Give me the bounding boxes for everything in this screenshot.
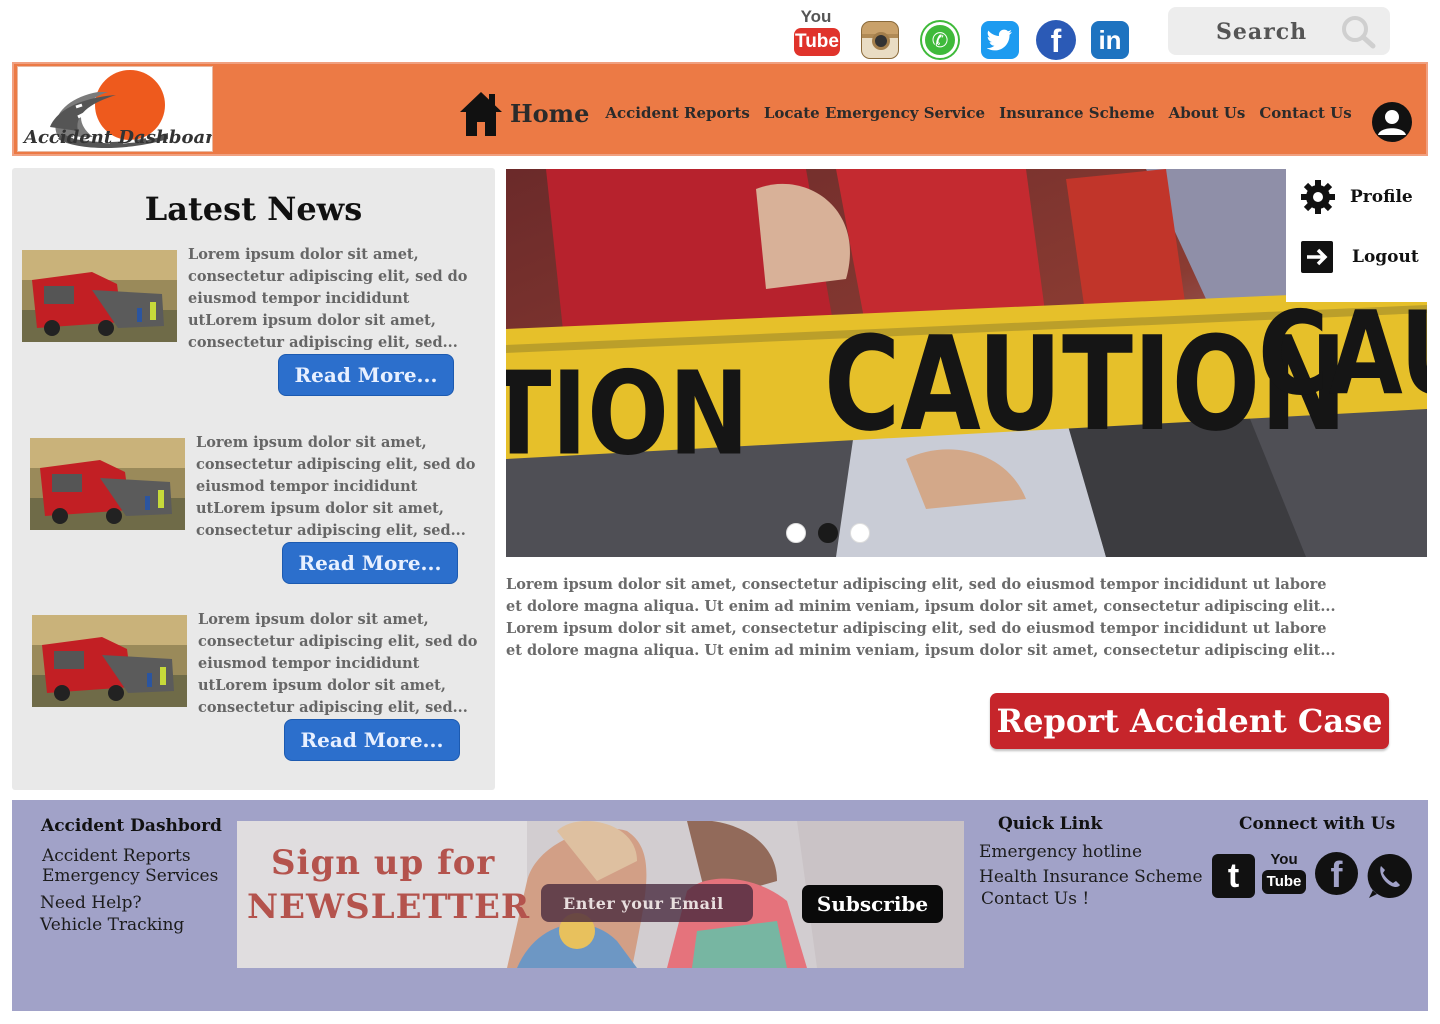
news-item: Lorem ipsum dolor sit amet, consectetur a…: [30, 432, 500, 602]
logout-icon: [1301, 241, 1333, 273]
connect-heading: Connect with Us: [1239, 814, 1396, 834]
quick-link-heading: Quick Link: [998, 814, 1103, 834]
user-avatar-icon[interactable]: [1372, 102, 1412, 142]
youtube-footer-icon[interactable]: You Tube: [1262, 852, 1306, 894]
youtube-you-text: You: [800, 7, 832, 26]
twitter-icon[interactable]: [980, 20, 1020, 60]
news-thumbnail-image[interactable]: [22, 250, 177, 342]
read-more-button[interactable]: Read More...: [284, 719, 460, 761]
instagram-icon[interactable]: [860, 20, 900, 60]
latest-news-title: Latest News: [144, 190, 363, 228]
nav-contact-us[interactable]: Contact Us: [1259, 104, 1351, 122]
social-links-top: You Tube ✆ f in: [792, 8, 1142, 60]
footer-link-vehicle-tracking[interactable]: Vehicle Tracking: [40, 915, 184, 935]
search-icon[interactable]: [1340, 15, 1376, 49]
menu-item-profile[interactable]: Profile: [1300, 177, 1413, 217]
newsletter-title-line2: NEWSLETTER: [247, 887, 531, 927]
home-icon[interactable]: [458, 88, 504, 138]
latest-news-panel: Latest News Lorem ipsum dolor sit amet, c…: [12, 168, 495, 790]
nav-menu: Home Accident Reports Locate Emergency S…: [458, 86, 1366, 140]
menu-item-logout[interactable]: Logout: [1300, 237, 1419, 277]
newsletter-title-line1: Sign up for: [271, 843, 496, 883]
news-thumbnail-image[interactable]: [32, 615, 187, 707]
carousel-dot-1[interactable]: [786, 523, 806, 543]
news-summary: Lorem ipsum dolor sit amet, consectetur a…: [196, 434, 476, 539]
footer-link-emergency-hotline[interactable]: Emergency hotline: [979, 842, 1142, 862]
user-dropdown-menu: Profile Logout: [1286, 157, 1427, 302]
subscribe-button[interactable]: Subscribe: [802, 885, 943, 923]
news-item: Lorem ipsum dolor sit amet, consectetur a…: [22, 244, 492, 414]
nav-about-us[interactable]: About Us: [1169, 104, 1246, 122]
carousel-dots: [786, 523, 882, 543]
nav-accident-reports[interactable]: Accident Reports: [605, 104, 749, 122]
news-thumbnail-image[interactable]: [30, 438, 185, 530]
nav-locate-emergency-service[interactable]: Locate Emergency Service: [764, 104, 985, 122]
facebook-footer-icon[interactable]: f: [1315, 852, 1358, 895]
footer-link-emergency-services[interactable]: Emergency Services: [42, 866, 218, 886]
footer-link-contact-us[interactable]: Contact Us !: [981, 889, 1089, 909]
report-accident-case-button[interactable]: Report Accident Case: [990, 693, 1389, 749]
nav-insurance-scheme[interactable]: Insurance Scheme: [999, 104, 1155, 122]
facebook-icon[interactable]: f: [1036, 20, 1076, 60]
caution-left-text: TION: [506, 348, 749, 482]
footer-link-health-insurance-scheme[interactable]: Health Insurance Scheme: [979, 867, 1203, 887]
youtube-icon[interactable]: You Tube: [792, 8, 842, 60]
hero-description: Lorem ipsum dolor sit amet, consectetur …: [506, 576, 1336, 659]
tumblr-icon[interactable]: t: [1212, 854, 1255, 898]
carousel-dot-2[interactable]: [818, 523, 838, 543]
main-navbar: Accident Dashboard Home Accident Reports…: [12, 62, 1428, 156]
search-box[interactable]: Search: [1168, 7, 1390, 55]
newsletter-banner: Sign up for NEWSLETTER Enter your Email …: [237, 821, 964, 968]
nav-home[interactable]: Home: [510, 99, 589, 128]
gear-icon: [1301, 180, 1335, 214]
whatsapp-icon[interactable]: ✆: [920, 20, 960, 60]
footer: Accident Dashbord Accident Reports Emerg…: [12, 800, 1428, 1011]
footer-brand-heading: Accident Dashbord: [41, 816, 222, 836]
caution-right-text: CAUT: [1258, 288, 1427, 422]
read-more-button[interactable]: Read More...: [278, 354, 454, 396]
youtube-tube-text: Tube: [794, 28, 840, 56]
news-summary: Lorem ipsum dolor sit amet, consectetur a…: [198, 611, 478, 716]
read-more-button[interactable]: Read More...: [282, 542, 458, 584]
news-summary: Lorem ipsum dolor sit amet, consectetur a…: [188, 246, 468, 351]
linkedin-icon[interactable]: in: [1090, 20, 1130, 60]
footer-link-accident-reports[interactable]: Accident Reports: [42, 846, 191, 866]
news-item: Lorem ipsum dolor sit amet, consectetur a…: [32, 609, 502, 779]
newsletter-email-input[interactable]: Enter your Email: [541, 884, 753, 922]
carousel-dot-3[interactable]: [850, 523, 870, 543]
profile-label: Profile: [1350, 187, 1413, 207]
search-label: Search: [1216, 19, 1308, 45]
site-logo[interactable]: Accident Dashboard: [17, 66, 213, 152]
logo-text: Accident Dashboard: [24, 127, 213, 148]
footer-link-need-help[interactable]: Need Help?: [40, 893, 142, 913]
whatsapp-footer-icon[interactable]: [1365, 852, 1413, 904]
logout-label: Logout: [1352, 247, 1419, 267]
